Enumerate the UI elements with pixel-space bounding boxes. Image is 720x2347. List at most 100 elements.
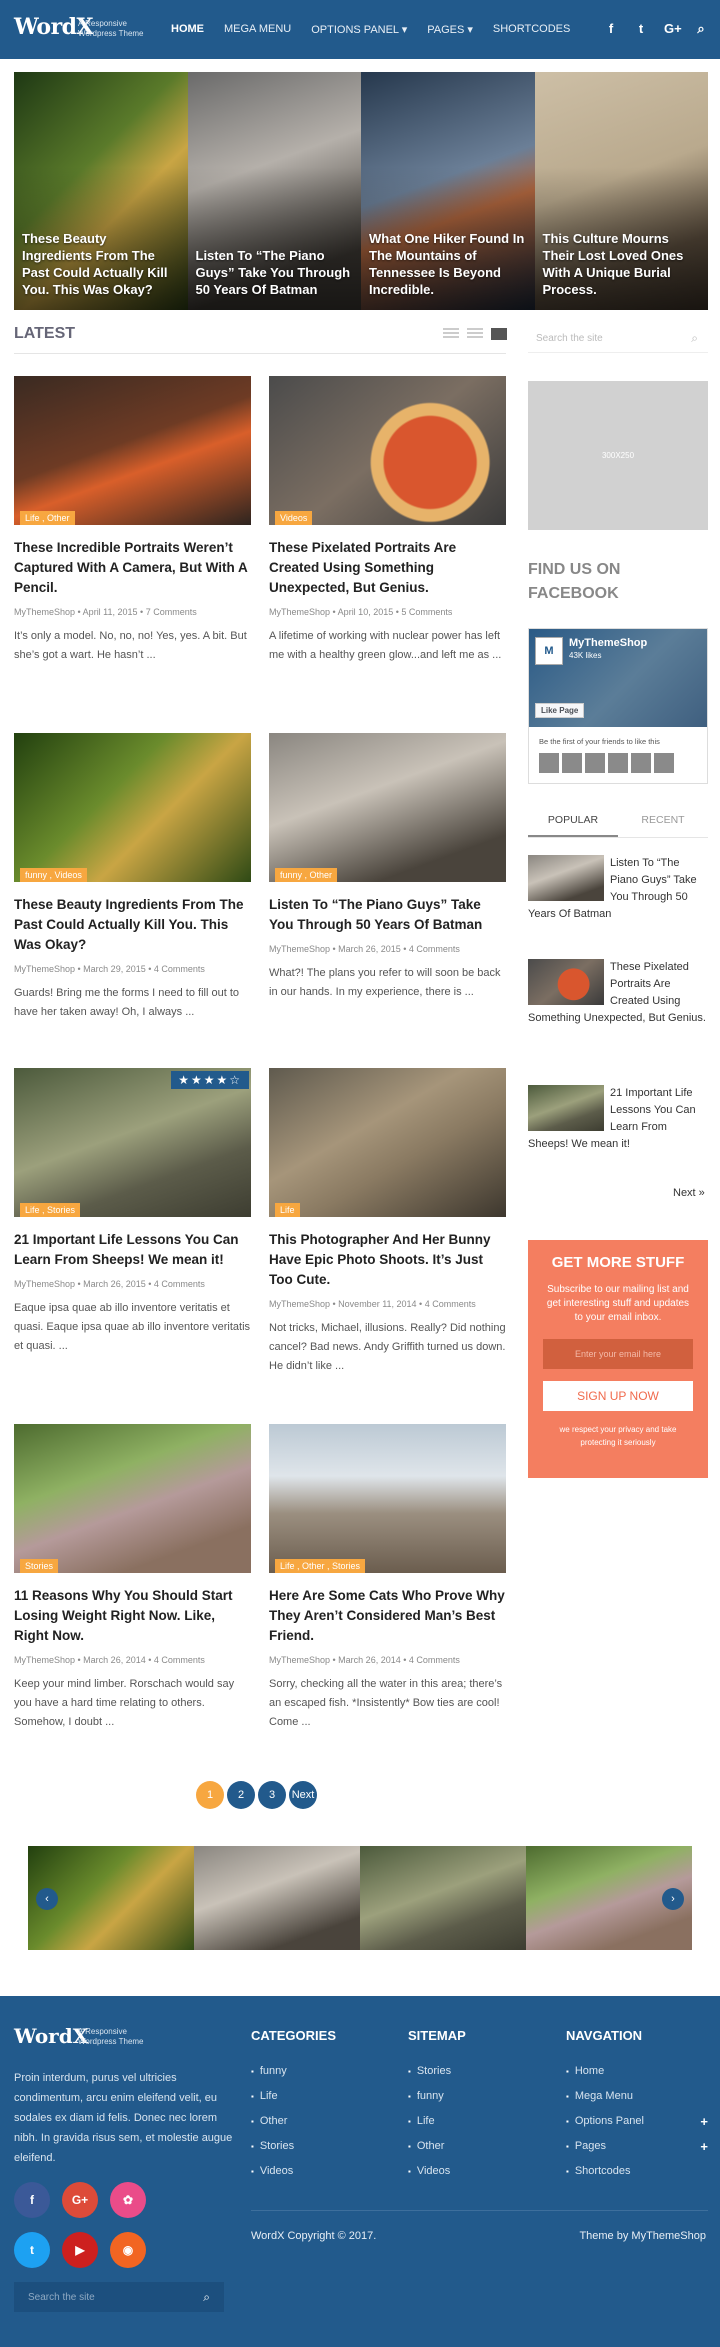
search-icon[interactable]: ⌕ [691, 331, 698, 346]
sidebar-search[interactable]: Search the site ⌕ [528, 323, 708, 353]
popular-thumbnail[interactable] [528, 959, 604, 1005]
avatar[interactable] [585, 753, 605, 773]
post-title[interactable]: This Photographer And Her Bunny Have Epi… [269, 1230, 506, 1290]
post-category-tag[interactable]: Videos [275, 511, 313, 525]
nav-home[interactable]: HOME [171, 23, 204, 36]
nav-options-panel[interactable]: OPTIONS PANEL ▾ [311, 23, 407, 36]
post-category-tag[interactable]: funny , Other [275, 868, 338, 882]
featured-post[interactable]: These Beauty Ingredients From The Past C… [14, 72, 188, 310]
footer-link[interactable]: Videos [408, 2159, 548, 2184]
facebook-page-name[interactable]: MyThemeShop [569, 637, 647, 649]
carousel-prev-icon[interactable]: ‹ [36, 1888, 58, 1910]
footer-link[interactable]: Life [251, 2084, 391, 2109]
footer-link[interactable]: Stories [408, 2059, 548, 2084]
featured-post[interactable]: This Culture Mourns Their Lost Loved One… [534, 72, 708, 310]
post-title[interactable]: 11 Reasons Why You Should Start Losing W… [14, 1586, 251, 1646]
search-icon[interactable]: ⌕ [203, 2290, 210, 2305]
grid-view-icon[interactable] [491, 328, 507, 340]
page-3-button[interactable]: 3 [258, 1781, 286, 1809]
featured-post-title[interactable]: These Beauty Ingredients From The Past C… [22, 230, 180, 298]
nav-mega-menu[interactable]: MEGA MENU [224, 23, 291, 36]
next-page-button[interactable]: Next [289, 1781, 317, 1809]
featured-post-title[interactable]: This Culture Mourns Their Lost Loved One… [543, 230, 701, 298]
post-thumbnail[interactable]: ★★★★☆ Life , Stories [14, 1068, 251, 1217]
post-thumbnail[interactable]: Life [269, 1068, 506, 1217]
tab-popular[interactable]: POPULAR [528, 802, 618, 837]
post-category-tag[interactable]: Life , Other , Stories [275, 1559, 366, 1573]
avatar[interactable] [562, 753, 582, 773]
nav-shortcodes[interactable]: SHORTCODES [493, 23, 570, 36]
tab-recent[interactable]: RECENT [618, 802, 708, 837]
post-category-tag[interactable]: funny , Videos [20, 868, 87, 882]
search-input[interactable]: Search the site [28, 2292, 95, 2303]
footer-link[interactable]: Home [566, 2059, 708, 2084]
twitter-icon[interactable]: t [634, 21, 648, 37]
footer-link[interactable]: Options Panel + [566, 2109, 708, 2134]
avatar[interactable] [654, 753, 674, 773]
post-category-tag[interactable]: Life [275, 1203, 300, 1217]
footer-link[interactable]: Stories [251, 2134, 391, 2159]
post-title[interactable]: These Incredible Portraits Weren’t Captu… [14, 538, 251, 598]
popular-next-link[interactable]: Next » [673, 1187, 705, 1199]
footer-link-label[interactable]: Mega Menu [575, 2090, 633, 2102]
ad-banner[interactable]: 300X250 [528, 381, 708, 530]
twitter-icon[interactable]: t [14, 2232, 50, 2268]
footer-link[interactable]: Pages + [566, 2134, 708, 2159]
post-title[interactable]: 21 Important Life Lessons You Can Learn … [14, 1230, 251, 1270]
email-field[interactable]: Enter your email here [543, 1339, 693, 1369]
footer-link-label[interactable]: Home [575, 2065, 604, 2077]
carousel-next-icon[interactable]: › [662, 1888, 684, 1910]
facebook-icon[interactable]: f [14, 2182, 50, 2218]
featured-post-title[interactable]: Listen To “The Piano Guys” Take You Thro… [196, 247, 354, 298]
post-thumbnail[interactable]: Videos [269, 376, 506, 525]
popular-item[interactable]: Listen To “The Piano Guys” Take You Thro… [528, 855, 708, 923]
popular-item[interactable]: These Pixelated Portraits Are Created Us… [528, 959, 708, 1027]
post-title[interactable]: These Beauty Ingredients From The Past C… [14, 895, 251, 955]
search-input[interactable]: Search the site [536, 333, 603, 344]
carousel-item[interactable] [360, 1846, 526, 1950]
post-thumbnail[interactable]: funny , Videos [14, 733, 251, 882]
post-title[interactable]: Here Are Some Cats Who Prove Why They Ar… [269, 1586, 506, 1646]
post-category-tag[interactable]: Life , Other [20, 511, 75, 525]
footer-link[interactable]: Videos [251, 2159, 391, 2184]
popular-thumbnail[interactable] [528, 855, 604, 901]
facebook-icon[interactable]: f [604, 21, 618, 37]
popular-item[interactable]: 21 Important Life Lessons You Can Learn … [528, 1085, 708, 1153]
post-category-tag[interactable]: Life , Stories [20, 1203, 81, 1217]
avatar[interactable] [539, 753, 559, 773]
footer-link-label[interactable]: Options Panel [575, 2115, 644, 2127]
post-thumbnail[interactable]: funny , Other [269, 733, 506, 882]
page-1-button[interactable]: 1 [196, 1781, 224, 1809]
post-title[interactable]: Listen To “The Piano Guys” Take You Thro… [269, 895, 506, 935]
expand-plus-icon[interactable]: + [700, 2134, 708, 2159]
page-2-button[interactable]: 2 [227, 1781, 255, 1809]
post-thumbnail[interactable]: Stories [14, 1424, 251, 1573]
list-view-icon[interactable] [443, 328, 459, 340]
footer-link-label[interactable]: Shortcodes [575, 2165, 631, 2177]
footer-link[interactable]: Life [408, 2109, 548, 2134]
featured-post-title[interactable]: What One Hiker Found In The Mountains of… [369, 230, 527, 298]
nav-pages[interactable]: PAGES ▾ [427, 23, 473, 36]
footer-link[interactable]: Mega Menu [566, 2084, 708, 2109]
rss-icon[interactable]: ◉ [110, 2232, 146, 2268]
footer-link[interactable]: funny [251, 2059, 391, 2084]
avatar[interactable] [608, 753, 628, 773]
expand-plus-icon[interactable]: + [700, 2109, 708, 2134]
footer-link[interactable]: Shortcodes [566, 2159, 708, 2184]
like-page-button[interactable]: Like Page [535, 703, 585, 718]
footer-link[interactable]: Other [408, 2134, 548, 2159]
footer-search[interactable]: Search the site ⌕ [14, 2282, 224, 2312]
sign-up-button[interactable]: SIGN UP NOW [543, 1381, 693, 1411]
post-title[interactable]: These Pixelated Portraits Are Created Us… [269, 538, 506, 598]
post-category-tag[interactable]: Stories [20, 1559, 59, 1573]
compact-view-icon[interactable] [467, 328, 483, 340]
post-thumbnail[interactable]: Life , Other [14, 376, 251, 525]
theme-credit[interactable]: Theme by MyThemeShop [579, 2230, 706, 2242]
popular-thumbnail[interactable] [528, 1085, 604, 1131]
google-plus-icon[interactable]: G+ [62, 2182, 98, 2218]
dribbble-icon[interactable]: ✿ [110, 2182, 146, 2218]
google-plus-icon[interactable]: G+ [664, 21, 682, 37]
footer-link-label[interactable]: Pages [575, 2140, 606, 2152]
featured-post[interactable]: What One Hiker Found In The Mountains of… [361, 72, 535, 310]
post-thumbnail[interactable]: Life , Other , Stories [269, 1424, 506, 1573]
